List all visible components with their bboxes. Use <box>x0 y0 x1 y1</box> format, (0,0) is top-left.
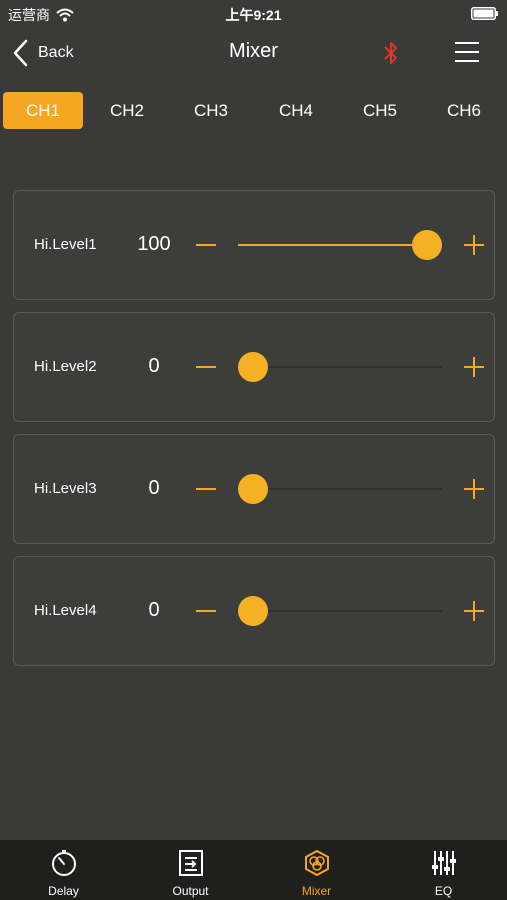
tab-output-label: Output <box>172 884 209 898</box>
level-label: Hi.Level1 <box>34 236 97 253</box>
tab-bar: Delay Output Mixer EQ <box>0 840 507 900</box>
slider-track <box>238 366 442 368</box>
bluetooth-icon[interactable] <box>381 40 401 66</box>
level-slider[interactable] <box>238 351 442 383</box>
back-button[interactable]: Back <box>12 38 74 68</box>
plus-icon[interactable] <box>462 477 486 501</box>
plus-icon[interactable] <box>462 233 486 257</box>
tab-mixer[interactable]: Mixer <box>253 840 380 900</box>
status-time: 上午9:21 <box>225 7 282 23</box>
minus-icon[interactable] <box>194 477 218 501</box>
slider-thumb[interactable] <box>238 596 268 626</box>
back-label: Back <box>38 44 74 61</box>
minus-icon[interactable] <box>194 599 218 623</box>
tab-mixer-label: Mixer <box>301 884 332 898</box>
level-panel-4: Hi.Level4 0 <box>13 556 495 666</box>
level-label: Hi.Level3 <box>34 480 97 497</box>
tab-ch4[interactable]: CH4 <box>256 92 336 129</box>
slider-fill <box>238 244 427 246</box>
tab-ch6[interactable]: CH6 <box>424 92 504 129</box>
tab-ch2[interactable]: CH2 <box>87 92 167 129</box>
level-panel-1: Hi.Level1 100 <box>13 190 495 300</box>
stopwatch-icon <box>51 850 76 876</box>
tab-delay-label: Delay <box>48 884 79 898</box>
minus-icon[interactable] <box>194 233 218 257</box>
tab-eq[interactable]: EQ <box>380 840 507 900</box>
eq-sliders-icon <box>431 851 456 875</box>
level-panel-2: Hi.Level2 0 <box>13 312 495 422</box>
level-value: 0 <box>148 355 160 377</box>
chevron-left-icon <box>13 39 28 67</box>
minus-icon[interactable] <box>194 355 218 379</box>
tab-ch1[interactable]: CH1 <box>3 92 83 129</box>
mixer-icon <box>304 849 329 877</box>
slider-thumb[interactable] <box>238 474 268 504</box>
battery-icon <box>471 7 498 20</box>
tab-eq-label: EQ <box>434 884 453 898</box>
tab-ch3[interactable]: CH3 <box>171 92 251 129</box>
level-value: 0 <box>148 599 160 621</box>
output-icon <box>178 850 203 876</box>
level-label: Hi.Level4 <box>34 602 97 619</box>
level-value: 0 <box>148 477 160 499</box>
plus-icon[interactable] <box>462 599 486 623</box>
level-panel-3: Hi.Level3 0 <box>13 434 495 544</box>
channel-tabs: CH1 CH2 CH3 CH4 CH5 CH6 <box>0 92 507 130</box>
status-bar: 运营商 上午9:21 <box>0 0 507 28</box>
slider-thumb[interactable] <box>412 230 442 260</box>
slider-track <box>238 488 442 490</box>
page-title: Mixer <box>229 40 278 62</box>
plus-icon[interactable] <box>462 355 486 379</box>
nav-bar: Back Mixer <box>0 28 507 78</box>
slider-thumb[interactable] <box>238 352 268 382</box>
level-slider[interactable] <box>238 473 442 505</box>
slider-track <box>238 610 442 612</box>
tab-output[interactable]: Output <box>127 840 254 900</box>
tab-delay[interactable]: Delay <box>0 840 127 900</box>
tab-ch5[interactable]: CH5 <box>340 92 420 129</box>
level-value: 100 <box>137 233 171 255</box>
level-slider[interactable] <box>238 595 442 627</box>
level-slider[interactable] <box>238 229 442 261</box>
menu-icon[interactable] <box>455 41 479 63</box>
level-label: Hi.Level2 <box>34 358 97 375</box>
